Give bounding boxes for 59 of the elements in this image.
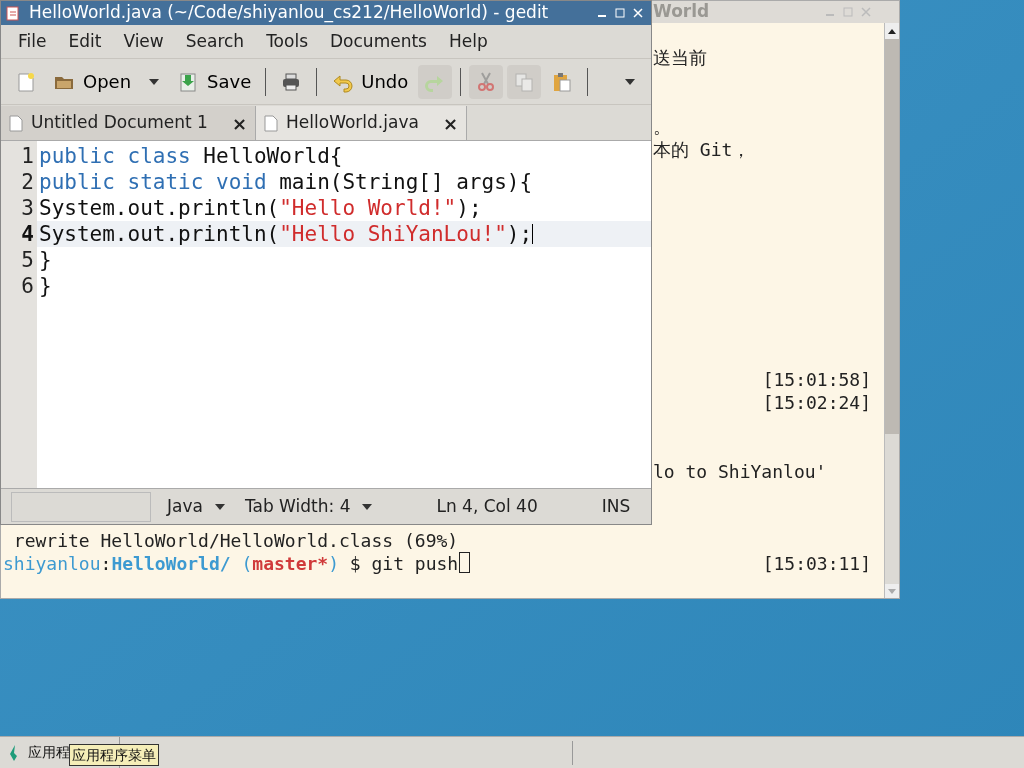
line-number: 5 <box>20 247 35 273</box>
menu-item[interactable]: View <box>112 28 175 55</box>
menu-item[interactable]: Edit <box>57 28 113 55</box>
timestamp: [15:02:24] <box>762 391 871 414</box>
toolbar-button[interactable]: Open <box>47 64 138 99</box>
notepad-icon <box>5 5 21 21</box>
scrollbar[interactable] <box>884 23 899 598</box>
logo-icon <box>8 743 20 762</box>
tab-width-selector[interactable]: Tab Width: 4 <box>240 493 377 520</box>
line-number: 4 <box>20 221 35 247</box>
caret-icon <box>214 503 225 510</box>
document-icon <box>264 114 279 132</box>
cursor-position: Ln 4, Col 40 <box>436 494 538 518</box>
tab-label: HelloWorld.java <box>286 111 419 135</box>
timestamp: [15:01:58] <box>762 368 871 391</box>
code-line: public class HelloWorld{ <box>38 143 344 169</box>
window-title: World <box>653 0 710 24</box>
tooltip: 应用程序菜单 <box>69 744 159 766</box>
caret-icon <box>362 503 373 510</box>
timestamp: [15:03:11] <box>762 552 871 575</box>
close-tab-button[interactable]: × <box>442 109 458 137</box>
terminal-line: 。 <box>653 115 671 138</box>
toolbar-button[interactable]: Undo <box>325 64 415 99</box>
caret-icon <box>625 78 635 85</box>
terminal-line: lo to ShiYanlou' <box>653 460 827 483</box>
code-line: public static void main(String[] args){ <box>38 169 534 195</box>
line-number: 1 <box>20 143 35 169</box>
window-title: HelloWorld.java (~/Code/shiyanlou_cs212/HelloWorld) - gedit <box>29 1 549 25</box>
command-prompt: shiyanlou:HelloWorld/ (master*) $ git push <box>3 552 471 575</box>
code-line: } <box>38 273 53 299</box>
language-selector[interactable]: Java <box>163 493 229 520</box>
insert-mode: INS <box>601 494 631 518</box>
terminal-line: rewrite HelloWorld/HelloWorld.class (69%) <box>12 529 459 552</box>
close-tab-button[interactable]: × <box>231 109 248 137</box>
line-number: 2 <box>20 169 35 195</box>
up-arrow-icon[interactable] <box>888 28 896 34</box>
tab-label: Untitled Document 1 <box>31 111 208 135</box>
caret-icon <box>149 78 160 85</box>
terminal-line: 本的 Git， <box>653 138 751 161</box>
line-number: 3 <box>20 195 35 221</box>
document-icon <box>9 114 23 132</box>
toolbar-button[interactable]: Save <box>171 64 258 99</box>
code-line: } <box>38 247 53 273</box>
menu-item[interactable]: Tools <box>255 28 319 55</box>
tab[interactable]: Untitled Document 1 × <box>1 106 257 140</box>
new-document-icon <box>15 70 37 93</box>
text-cursor <box>459 552 471 573</box>
copy-icon <box>513 70 536 93</box>
clipboard-icon <box>551 70 574 93</box>
down-arrow-icon[interactable] <box>888 588 896 594</box>
terminal-line: 送当前 <box>653 46 707 69</box>
tab[interactable]: HelloWorld.java × <box>256 106 467 140</box>
menu-item[interactable]: File <box>7 28 58 55</box>
menu-item[interactable]: Help <box>437 28 499 55</box>
code-line: System.out.println("Hello World!"); <box>38 195 483 221</box>
text-cursor <box>532 224 534 244</box>
menu-item[interactable]: Documents <box>319 28 438 55</box>
menu-item[interactable]: Search <box>174 28 256 55</box>
line-number: 6 <box>20 273 35 299</box>
